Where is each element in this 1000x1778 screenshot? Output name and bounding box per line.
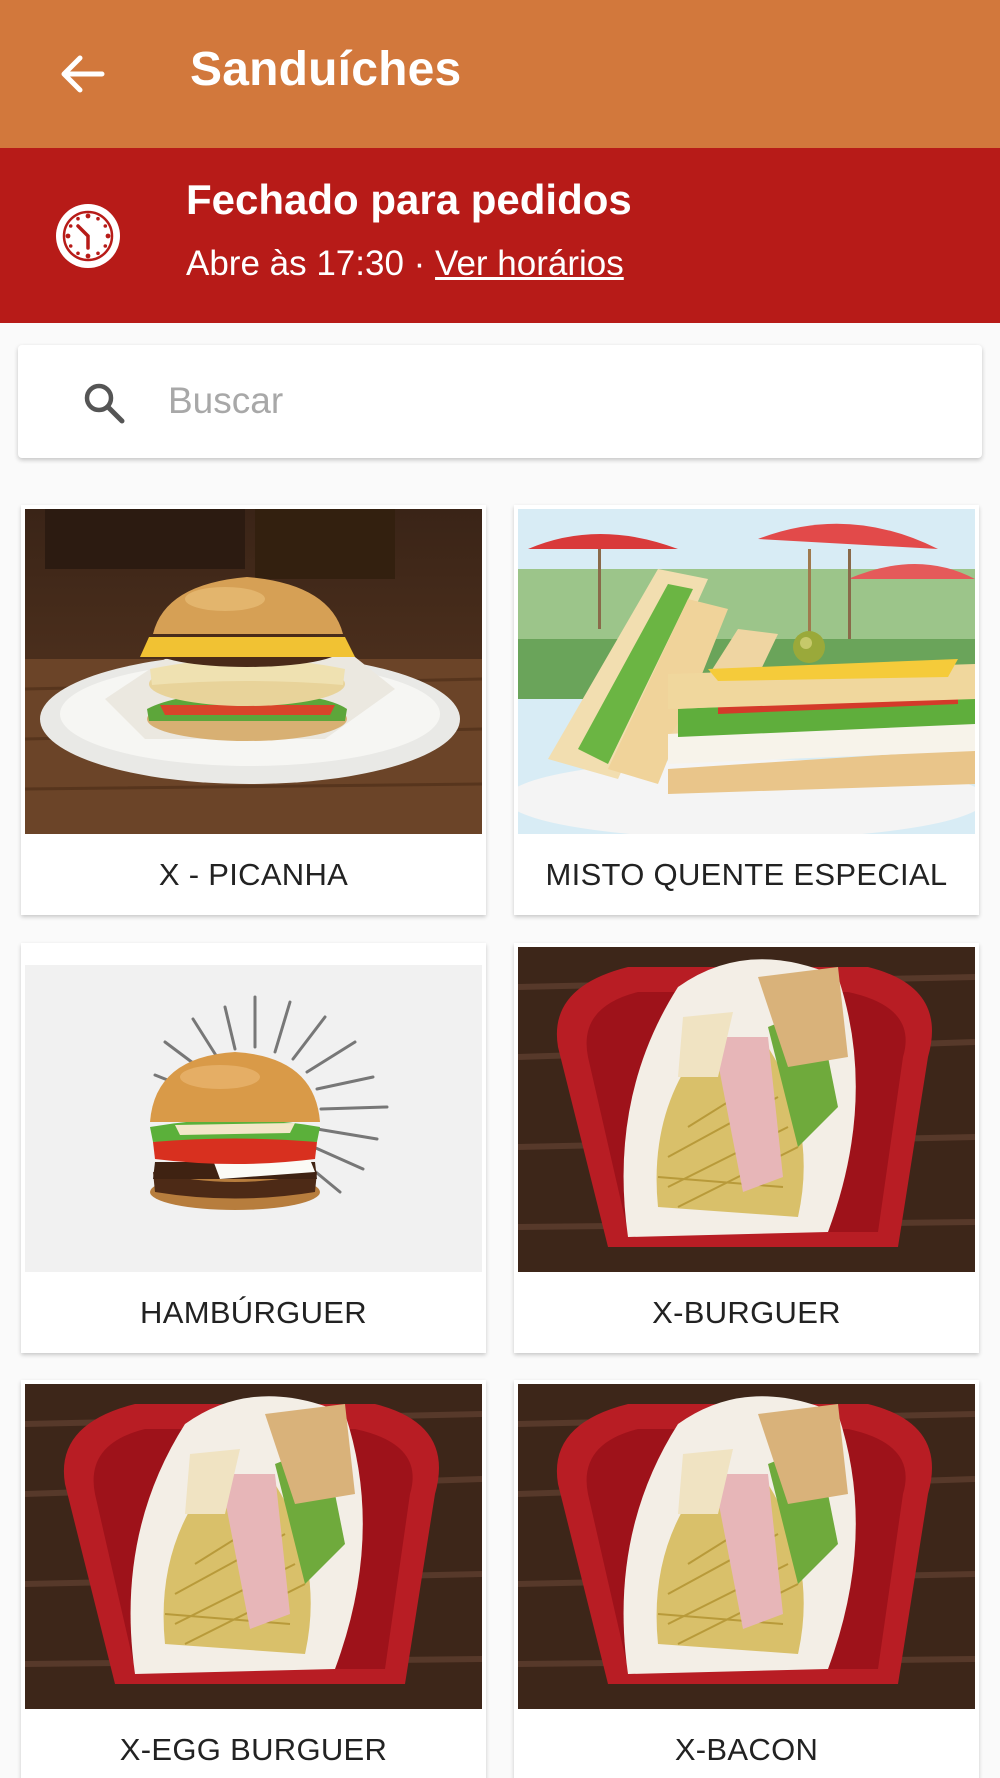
club-sandwich-photo (518, 509, 975, 834)
product-card-hamburguer[interactable]: HAMBÚRGUER (21, 943, 486, 1353)
product-card-x-picanha[interactable]: X - PICANHA (21, 505, 486, 915)
app-screen: Sanduíches Fechado para pedidos Abre às … (0, 0, 1000, 1778)
back-button[interactable] (52, 44, 112, 104)
opening-time-text: Abre às 17:30 · (186, 244, 436, 283)
search-icon (84, 383, 125, 424)
banner-opening-hours: Abre às 17:30 · Ver horários (186, 244, 624, 284)
product-card-x-burguer[interactable]: X-BURGUER (514, 943, 979, 1353)
burger-illustration-photo (25, 947, 482, 1272)
product-name: MISTO QUENTE ESPECIAL (545, 856, 948, 892)
closed-banner: Fechado para pedidos Abre às 17:30 · Ver… (0, 148, 1000, 323)
view-hours-link[interactable]: Ver horários (435, 244, 624, 283)
product-name: X-BURGUER (652, 1294, 841, 1330)
burger-plate-photo (25, 509, 482, 834)
search-input[interactable] (168, 365, 948, 437)
search-bar[interactable] (18, 345, 982, 458)
product-name: HAMBÚRGUER (140, 1294, 367, 1330)
wrapped-sandwich-basket-photo (25, 1384, 482, 1709)
product-card-x-egg-burguer[interactable]: X-EGG BURGUER (21, 1380, 486, 1778)
wrapped-sandwich-basket-photo (518, 947, 975, 1272)
page-title: Sanduíches (190, 43, 462, 96)
product-card-x-bacon[interactable]: X-BACON (514, 1380, 979, 1778)
product-name: X - PICANHA (158, 856, 349, 892)
wrapped-sandwich-basket-photo (518, 1384, 975, 1709)
product-name: X-BACON (674, 1731, 819, 1767)
product-card-misto-quente-especial[interactable]: MISTO QUENTE ESPECIAL (514, 505, 979, 915)
clock-icon (56, 204, 120, 268)
banner-title: Fechado para pedidos (186, 176, 632, 223)
product-name: X-EGG BURGUER (119, 1731, 388, 1767)
arrow-left-icon (61, 55, 105, 93)
app-bar: Sanduíches (0, 0, 1000, 148)
